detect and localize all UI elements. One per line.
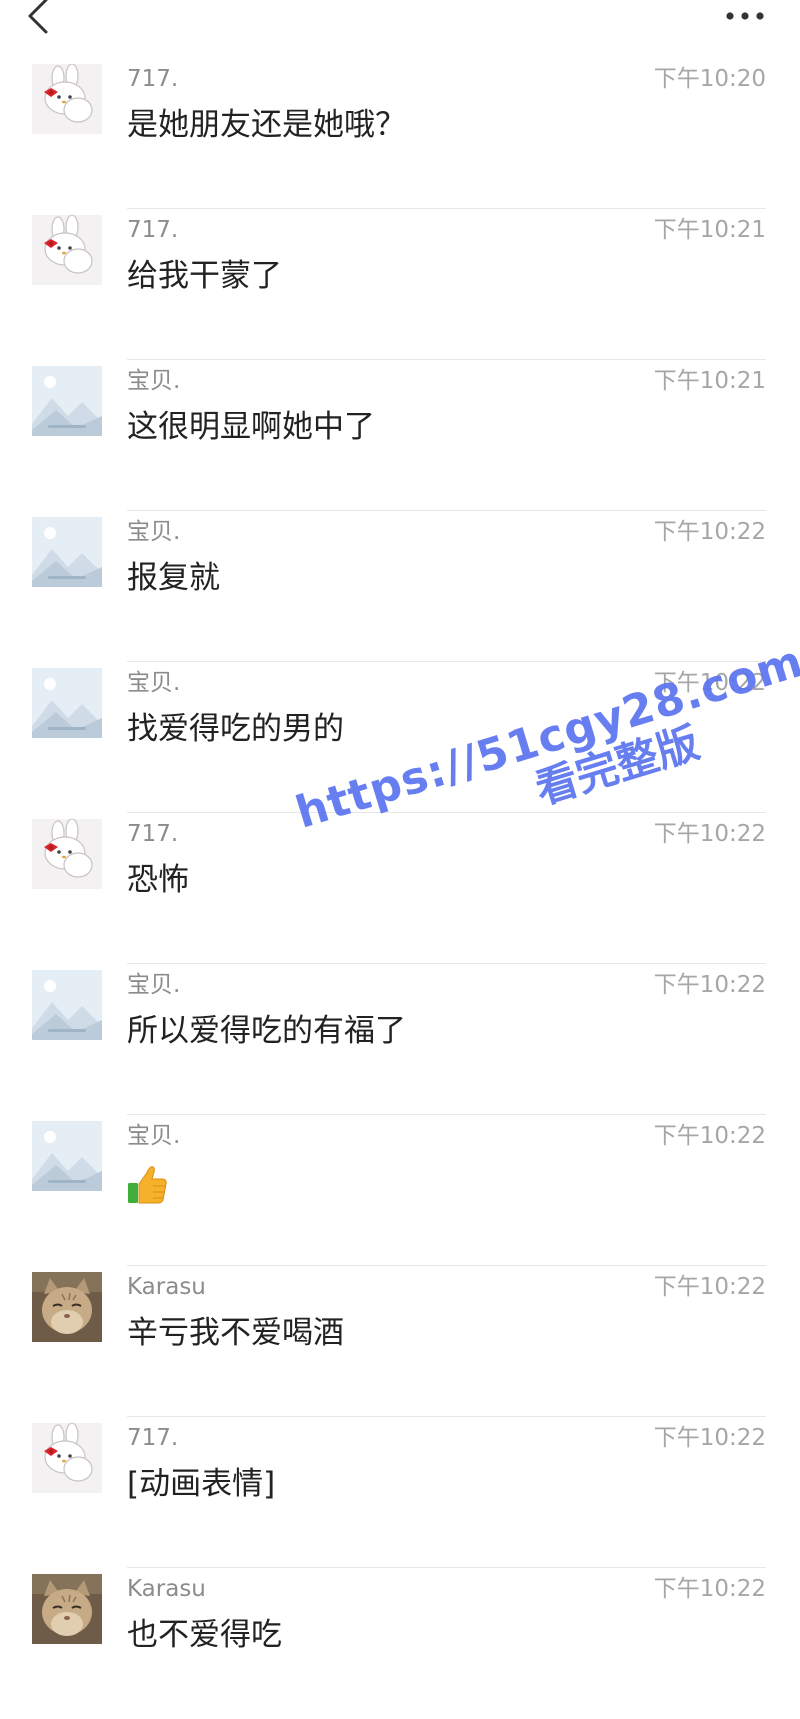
message-text: 恐怖: [127, 862, 189, 898]
message-time: 下午10:22: [653, 519, 766, 545]
thumbs-up-icon: [128, 1166, 167, 1204]
avatar[interactable]: [32, 215, 102, 285]
message-item[interactable]: 717. 下午10:22 恐怖: [0, 813, 800, 964]
sender-name: 宝贝.: [127, 1123, 181, 1149]
sender-name: 717.: [127, 821, 179, 847]
message-item[interactable]: 宝贝. 下午10:21 这很明显啊她中了: [0, 360, 800, 511]
message-item[interactable]: 717. 下午10:22 [动画表情]: [0, 1417, 800, 1568]
message-item[interactable]: 717. 下午10:20 是她朋友还是她哦？: [0, 58, 800, 209]
avatar[interactable]: [32, 819, 102, 889]
bunny-avatar-art: [32, 64, 102, 134]
more-button[interactable]: [720, 4, 770, 28]
avatar[interactable]: [32, 1423, 102, 1493]
message-item[interactable]: Karasu 下午10:22 辛亏我不爱喝酒: [0, 1266, 800, 1417]
message-time: 下午10:21: [653, 217, 766, 243]
message-text: 辛亏我不爱喝酒: [127, 1315, 344, 1351]
avatar[interactable]: [32, 668, 102, 738]
message-time: 下午10:22: [653, 1274, 766, 1300]
message-time: 下午10:21: [653, 368, 766, 394]
ellipsis-horizontal-icon: [726, 12, 764, 20]
avatar[interactable]: [32, 970, 102, 1040]
sender-name: Karasu: [127, 1576, 206, 1602]
message-time: 下午10:22: [653, 1425, 766, 1451]
message-text: [动画表情]: [127, 1466, 276, 1502]
message-text: 是她朋友还是她哦？: [127, 107, 406, 143]
message-time: 下午10:20: [653, 66, 766, 92]
placeholder-avatar-art: [32, 668, 102, 738]
placeholder-avatar-art: [32, 517, 102, 587]
bunny-avatar-art: [32, 819, 102, 889]
message-item[interactable]: 宝贝. 下午10:22 报复就: [0, 511, 800, 662]
message-item[interactable]: 宝贝. 下午10:22: [0, 1115, 800, 1266]
avatar[interactable]: [32, 1121, 102, 1191]
message-text: 找爱得吃的男的: [127, 711, 344, 747]
sender-name: 717.: [127, 1425, 179, 1451]
sender-name: Karasu: [127, 1274, 206, 1300]
cat-avatar-art: [32, 1574, 102, 1644]
bunny-avatar-art: [32, 215, 102, 285]
top-bar: [0, 0, 800, 46]
message-time: 下午10:22: [653, 1576, 766, 1602]
message-list: 717. 下午10:20 是她朋友还是她哦？ 717. 下午10:21 给我干蒙…: [0, 58, 800, 1719]
message-item[interactable]: Karasu 下午10:22 也不爱得吃: [0, 1568, 800, 1719]
sender-name: 717.: [127, 217, 179, 243]
avatar[interactable]: [32, 517, 102, 587]
chevron-left-icon: [28, 0, 48, 34]
message-text: 所以爱得吃的有福了: [127, 1013, 406, 1049]
message-item[interactable]: 宝贝. 下午10:22 所以爱得吃的有福了: [0, 964, 800, 1115]
message-text: 给我干蒙了: [127, 258, 282, 294]
sender-name: 宝贝.: [127, 368, 181, 394]
message-item[interactable]: 717. 下午10:21 给我干蒙了: [0, 209, 800, 360]
message-time: 下午10:22: [653, 670, 766, 696]
sender-name: 717.: [127, 66, 179, 92]
avatar[interactable]: [32, 1574, 102, 1644]
message-text: 报复就: [127, 560, 220, 596]
message-time: 下午10:22: [653, 821, 766, 847]
avatar[interactable]: [32, 1272, 102, 1342]
message-text: 这很明显啊她中了: [127, 409, 375, 445]
sender-name: 宝贝.: [127, 670, 181, 696]
placeholder-avatar-art: [32, 366, 102, 436]
message-text: 也不爱得吃: [127, 1617, 282, 1653]
sender-name: 宝贝.: [127, 519, 181, 545]
cat-avatar-art: [32, 1272, 102, 1342]
placeholder-avatar-art: [32, 1121, 102, 1191]
bunny-avatar-art: [32, 1423, 102, 1493]
message-time: 下午10:22: [653, 1123, 766, 1149]
message-item[interactable]: 宝贝. 下午10:22 找爱得吃的男的: [0, 662, 800, 813]
placeholder-avatar-art: [32, 970, 102, 1040]
back-button[interactable]: [20, 0, 60, 36]
sender-name: 宝贝.: [127, 972, 181, 998]
avatar[interactable]: [32, 366, 102, 436]
message-time: 下午10:22: [653, 972, 766, 998]
avatar[interactable]: [32, 64, 102, 134]
